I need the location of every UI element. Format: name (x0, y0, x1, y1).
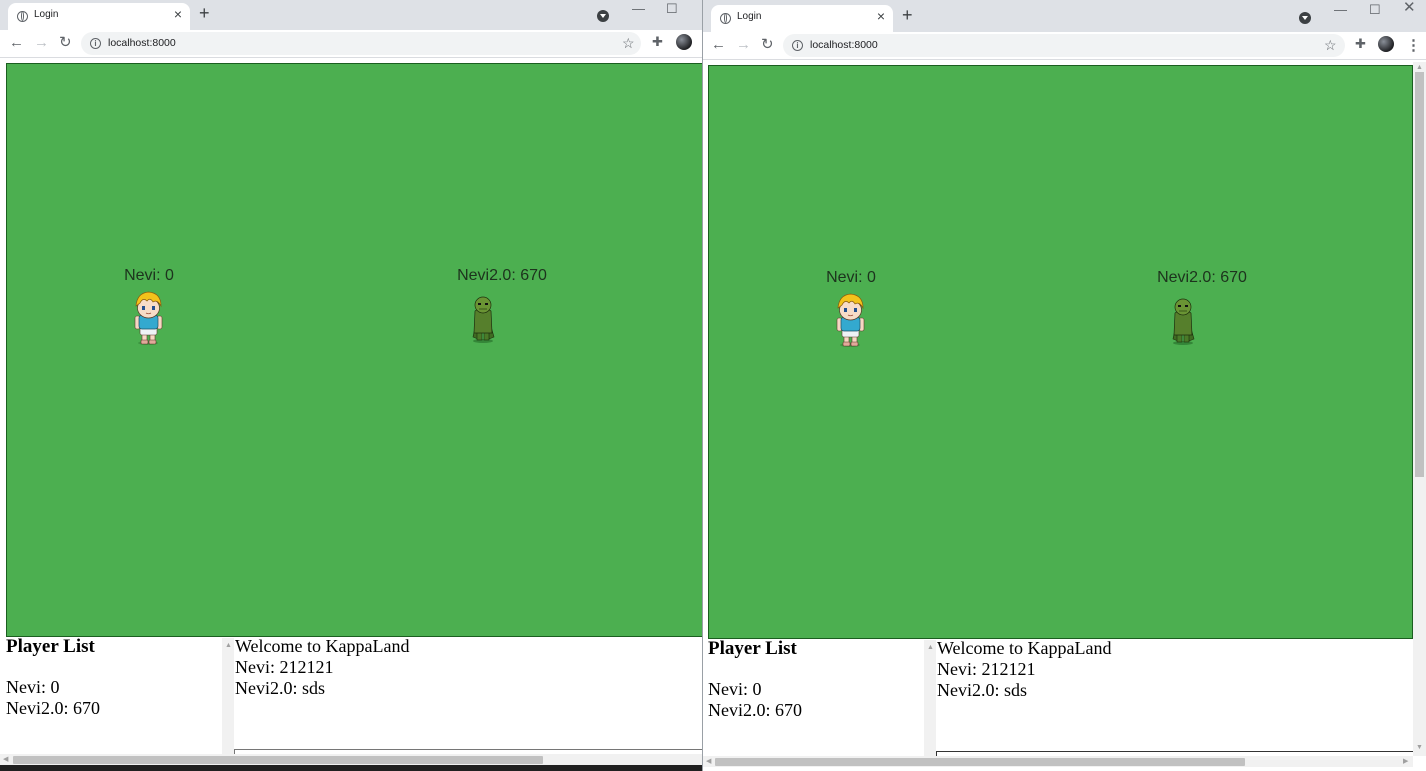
game-canvas[interactable]: Nevi: 0 Nevi2.0: 670 (6, 63, 702, 637)
forward-icon[interactable]: → (736, 36, 751, 54)
list-item: Nevi: 0 (708, 679, 762, 699)
info-icon[interactable]: i (90, 38, 101, 49)
minimize-icon[interactable]: — (632, 2, 645, 16)
extensions-icon[interactable]: ✚ (1355, 36, 1366, 52)
scroll-right-arrow-icon[interactable]: ▶ (1403, 756, 1408, 767)
menu-icon[interactable]: ⋮ (1406, 36, 1421, 54)
new-tab-button[interactable]: + (902, 5, 913, 25)
vertical-scrollbar[interactable]: ▲ ▼ (1413, 62, 1426, 756)
globe-icon (17, 11, 28, 22)
close-window-icon[interactable]: ✕ (1403, 0, 1416, 15)
scrollbar-thumb[interactable] (13, 756, 543, 764)
scroll-down-arrow-icon[interactable]: ▼ (1416, 744, 1423, 751)
blonde-boy-sprite (836, 293, 865, 347)
scrollbar[interactable]: ▲ (222, 638, 234, 754)
scroll-up-arrow-icon[interactable]: ▲ (225, 642, 232, 649)
tab-login[interactable]: Login × (8, 3, 190, 30)
chat-log: Welcome to KappaLand Nevi: 212121 Nevi2.… (235, 636, 409, 699)
player-name-label: Nevi2.0: 670 (457, 267, 547, 284)
scrollbar[interactable]: ▲ (924, 640, 936, 756)
close-tab-icon[interactable]: × (174, 7, 182, 21)
forward-icon[interactable]: → (34, 34, 49, 52)
tab-login[interactable]: Login × (711, 5, 893, 32)
bookmark-star-icon[interactable]: ☆ (622, 35, 635, 52)
tab-strip: Login × + — ☐ (0, 0, 702, 30)
list-item: Nevi: 0 (6, 677, 60, 697)
scrollbar-thumb[interactable] (1415, 72, 1424, 477)
profile-avatar[interactable] (676, 34, 692, 50)
tab-search-icon[interactable] (1299, 12, 1311, 24)
chat-message: Nevi: 212121 (235, 657, 334, 677)
player-name-label: Nevi2.0: 670 (1157, 269, 1247, 286)
minimize-icon[interactable]: — (1334, 3, 1347, 17)
scroll-up-arrow-icon[interactable]: ▲ (927, 644, 934, 651)
green-orc-sprite (1172, 298, 1195, 346)
globe-icon (720, 13, 731, 24)
reload-icon[interactable]: ↻ (761, 36, 774, 54)
player-list: Nevi: 0 Nevi2.0: 670 (6, 677, 100, 719)
reload-icon[interactable]: ↻ (59, 34, 72, 52)
player-name-label: Nevi: 0 (826, 269, 876, 286)
bookmark-star-icon[interactable]: ☆ (1324, 37, 1337, 54)
chat-message: Welcome to KappaLand (937, 638, 1112, 658)
scroll-left-arrow-icon[interactable]: ◀ (3, 754, 8, 765)
toolbar: ← → ↻ i localhost:8000 ☆ ✚ (0, 30, 702, 58)
tab-title: Login (737, 11, 762, 22)
profile-avatar[interactable] (1378, 36, 1394, 52)
player-list: Nevi: 0 Nevi2.0: 670 (708, 679, 802, 721)
scroll-up-arrow-icon[interactable]: ▲ (1416, 64, 1423, 71)
tab-search-icon[interactable] (597, 10, 609, 22)
extensions-icon[interactable]: ✚ (652, 34, 663, 50)
chat-message: Welcome to KappaLand (235, 636, 410, 656)
chat-message: Nevi: 212121 (937, 659, 1036, 679)
address-bar[interactable]: i localhost:8000 ☆ (81, 32, 641, 55)
back-icon[interactable]: ← (9, 34, 24, 52)
chat-message: Nevi2.0: sds (235, 678, 325, 698)
player-list-title: Player List (6, 636, 95, 657)
new-tab-button[interactable]: + (199, 3, 210, 23)
tab-strip: Login × + — ☐ ✕ (703, 0, 1426, 32)
address-bar[interactable]: i localhost:8000 ☆ (783, 34, 1345, 57)
browser-window-right: Login × + — ☐ ✕ ← → ↻ i localhost:8000 ☆… (702, 0, 1426, 771)
tab-title: Login (34, 9, 59, 20)
taskbar (0, 765, 702, 771)
chat-log: Welcome to KappaLand Nevi: 212121 Nevi2.… (937, 638, 1111, 701)
chat-message: Nevi2.0: sds (937, 680, 1027, 700)
scrollbar-thumb[interactable] (715, 758, 1245, 766)
list-item: Nevi2.0: 670 (708, 700, 802, 720)
toolbar: ← → ↻ i localhost:8000 ☆ ✚ ⋮ (703, 32, 1426, 60)
close-tab-icon[interactable]: × (877, 9, 885, 23)
browser-window-left: Login × + — ☐ ← → ↻ i localhost:8000 ☆ ✚… (0, 0, 702, 771)
url-text[interactable]: localhost:8000 (108, 37, 176, 49)
back-icon[interactable]: ← (711, 36, 726, 54)
horizontal-scrollbar[interactable]: ◀ (0, 754, 702, 765)
maximize-icon[interactable]: ☐ (1369, 3, 1381, 17)
game-canvas[interactable]: Nevi: 0 Nevi2.0: 670 (708, 65, 1413, 639)
player-name-label: Nevi: 0 (124, 267, 174, 284)
player-list-title: Player List (708, 638, 797, 659)
list-item: Nevi2.0: 670 (6, 698, 100, 718)
info-icon[interactable]: i (792, 40, 803, 51)
maximize-icon[interactable]: ☐ (666, 2, 678, 16)
green-orc-sprite (472, 296, 495, 344)
scroll-left-arrow-icon[interactable]: ◀ (706, 756, 711, 767)
url-text[interactable]: localhost:8000 (810, 39, 878, 51)
blonde-boy-sprite (134, 291, 163, 345)
horizontal-scrollbar[interactable]: ◀ ▶ (703, 756, 1413, 767)
